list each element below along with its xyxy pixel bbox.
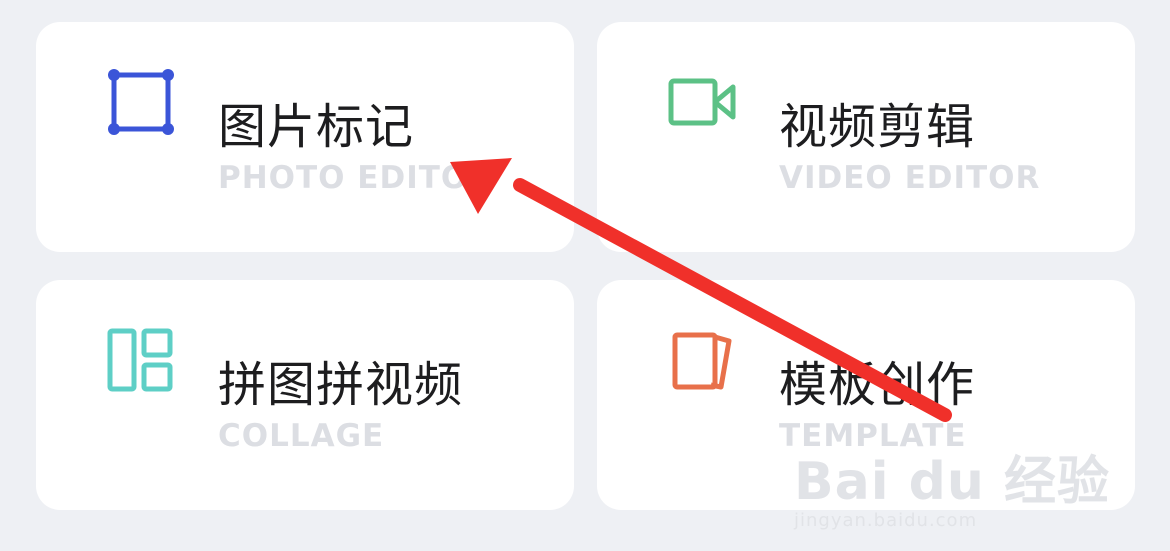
photo-editor-title: 图片标记 bbox=[218, 99, 415, 155]
template-title: 模板创作 bbox=[779, 357, 976, 413]
collage-card[interactable]: 拼图拼视频 COLLAGE bbox=[36, 280, 574, 510]
collage-title: 拼图拼视频 bbox=[218, 357, 464, 413]
template-subtitle: TEMPLATE bbox=[779, 418, 967, 454]
video-camera-icon bbox=[667, 67, 737, 137]
photo-editor-subtitle: PHOTO EDITOR bbox=[218, 160, 494, 196]
template-cards-icon bbox=[667, 325, 737, 395]
collage-subtitle: COLLAGE bbox=[218, 418, 385, 454]
video-editor-title: 视频剪辑 bbox=[779, 99, 976, 155]
template-card[interactable]: 模板创作 TEMPLATE bbox=[597, 280, 1135, 510]
photo-editor-card[interactable]: 图片标记 PHOTO EDITOR bbox=[36, 22, 574, 252]
crop-frame-icon bbox=[106, 67, 176, 137]
watermark-site: jingyan.baidu.com bbox=[794, 510, 978, 531]
collage-grid-icon bbox=[106, 325, 176, 395]
video-editor-card[interactable]: 视频剪辑 VIDEO EDITOR bbox=[597, 22, 1135, 252]
video-editor-subtitle: VIDEO EDITOR bbox=[779, 160, 1041, 196]
